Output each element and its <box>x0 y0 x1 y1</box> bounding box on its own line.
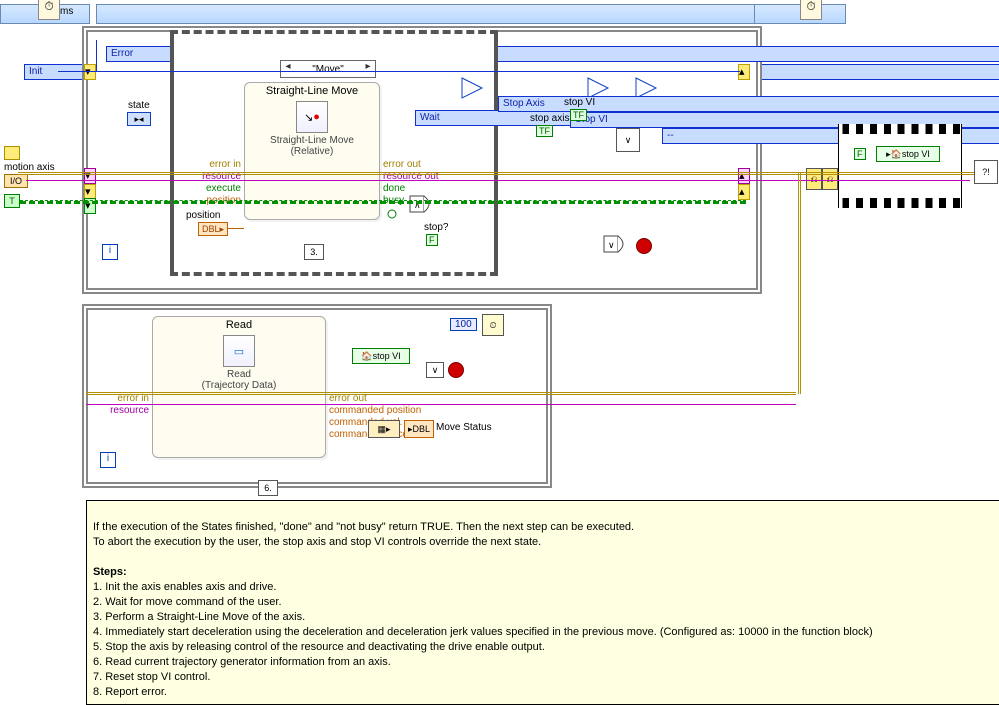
term-position: position <box>207 195 241 206</box>
iteration-terminal: i <box>102 244 118 260</box>
error-ring-label: Error <box>111 48 133 59</box>
iteration-terminal: i <box>100 452 116 468</box>
term-done: done <box>383 183 405 194</box>
vi-icon: ▭ <box>223 335 255 367</box>
wait-ms-constant: 100 <box>450 318 477 331</box>
position-label: position <box>186 210 220 221</box>
shift-register-left: ▾ <box>84 64 96 80</box>
stop-q-label: stop? <box>424 222 448 233</box>
term-execute: execute <box>206 183 241 194</box>
stop-vi-indicator: TF <box>570 109 587 121</box>
comment-step: 6. Read current trajectory generator inf… <box>93 656 391 668</box>
or-latch-icon: ∨ <box>616 128 640 152</box>
comment-step: 7. Reset stop VI control. <box>93 671 210 683</box>
position-dbl-constant: DBL▸ <box>198 222 228 236</box>
stop-vi-local-label: stop VI <box>902 149 930 159</box>
stop-vi-local: 🏠stop VI <box>352 348 410 364</box>
false-constant: F <box>426 234 438 246</box>
term-error-out: error out <box>329 393 367 404</box>
comment-step: 4. Immediately start deceleration using … <box>93 626 873 638</box>
shift-register-left: ▾ <box>84 198 96 214</box>
shift-register-right: ▴ <box>738 64 750 80</box>
loop-stop-button[interactable] <box>448 362 464 378</box>
term-resource-out: resource out <box>383 171 439 182</box>
error-handler-icon: ?! <box>974 160 998 184</box>
or-icon: ∨ <box>426 362 444 378</box>
comment-step: 1. Init the axis enables axis and drive. <box>93 581 276 593</box>
move-status-label: Move Status <box>436 422 492 433</box>
case-prev-icon[interactable]: ◂ <box>281 61 295 72</box>
term-error-in: error in <box>209 159 241 170</box>
vi-icon: ↘● <box>296 101 328 133</box>
term-cmd-pos: commanded position <box>329 405 421 416</box>
stop-vi-local: ▸🏠stop VI <box>876 146 940 162</box>
term-resource-in: resource <box>110 405 149 416</box>
vi-title: Read <box>153 317 325 333</box>
comment-block: If the execution of the States finished,… <box>86 500 999 705</box>
ms-label: ms <box>60 6 73 17</box>
stop-axis-indicator: TF <box>536 125 553 137</box>
vi-subtitle: Read <box>153 369 325 380</box>
clock-icon <box>38 0 60 20</box>
shift-register-right: ▴ <box>738 168 750 184</box>
stop-axis-ind-label: stop axis <box>530 113 569 124</box>
bundle-icon: ▦▸ <box>368 420 400 438</box>
merge-errors-icon: ⎌ <box>822 168 838 190</box>
shift-register-left: ▾ <box>84 168 96 184</box>
clock-icon <box>800 0 822 20</box>
case-selector-value: "Move" <box>312 64 344 75</box>
case-footer-label: 6. <box>258 480 278 496</box>
state-indicator: ▸◂ <box>127 112 151 126</box>
init-ring-label: Init <box>29 66 42 77</box>
comment-steps-header: Steps: <box>93 566 127 578</box>
comment-line: If the execution of the States finished,… <box>93 521 634 533</box>
stop-vi-local-label: stop VI <box>373 351 401 361</box>
false-constant: F <box>854 148 866 160</box>
comment-step: 8. Report error. <box>93 686 167 698</box>
term-busy: busy <box>383 195 404 206</box>
merge-errors-icon: ⎌ <box>806 168 822 190</box>
flat-sequence <box>838 124 962 208</box>
true-constant: T <box>4 194 20 208</box>
read-trajectory-vi[interactable]: Read ▭ Read (Trajectory Data) error in r… <box>152 316 326 458</box>
loop-stop-button[interactable] <box>636 238 652 254</box>
metronome-icon: ⏲ <box>482 314 504 336</box>
shift-register-right: ▴ <box>738 184 750 200</box>
case-footer-label: 3. <box>304 244 324 260</box>
comment-step: 2. Wait for move command of the user. <box>93 596 282 608</box>
stop-axis-ring-label: Stop Axis <box>503 98 545 109</box>
wait-ring-label: Wait <box>420 112 440 123</box>
term-resource-in: resource <box>202 171 241 182</box>
vi-title: Straight-Line Move <box>245 83 379 99</box>
state-label: state <box>128 100 150 111</box>
case-selector[interactable]: ◂ "Move" ▸ <box>280 60 376 78</box>
stop-vi-ind-label: stop VI <box>564 97 595 108</box>
vi-subtitle2: (Relative) <box>245 146 379 157</box>
term-error-in: error in <box>117 393 149 404</box>
cluster-constant-icon <box>4 146 20 160</box>
timed-loop-header-mid <box>96 4 764 24</box>
motion-axis-label: motion axis <box>4 162 55 173</box>
move-status-indicator: ▸DBL <box>404 420 434 438</box>
vi-subtitle: Straight-Line Move <box>245 135 379 146</box>
case-next-icon[interactable]: ▸ <box>361 61 375 72</box>
io-resource-constant: I/O <box>4 174 28 188</box>
straight-line-move-vi[interactable]: Straight-Line Move ↘● Straight-Line Move… <box>244 82 380 220</box>
comment-step: 3. Perform a Straight-Line Move of the a… <box>93 611 305 623</box>
vi-subtitle2: (Trajectory Data) <box>153 380 325 391</box>
dash-ring-label: -- <box>667 130 674 141</box>
comment-step: 5. Stop the axis by releasing control of… <box>93 641 545 653</box>
comment-line: To abort the execution by the user, the … <box>93 536 541 548</box>
term-error-out: error out <box>383 159 421 170</box>
